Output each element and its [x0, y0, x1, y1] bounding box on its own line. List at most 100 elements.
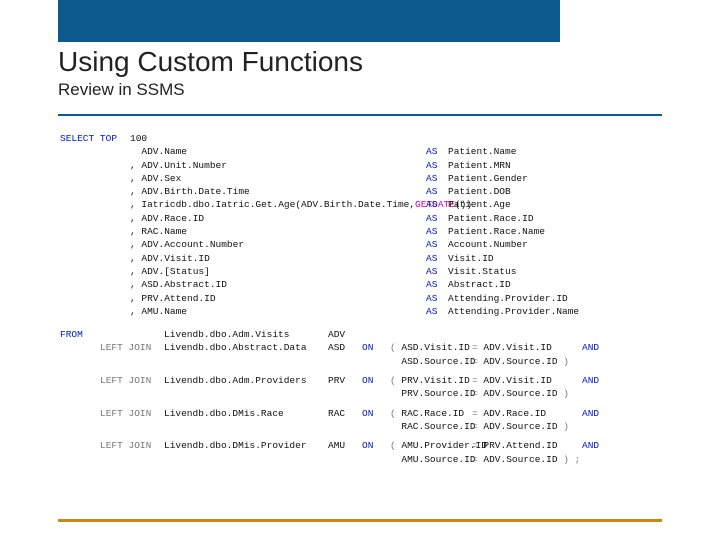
sql-alias: RAC — [328, 407, 362, 420]
kw-as: AS — [426, 198, 448, 211]
sql-column-row: , AMU.NameASAttending.Provider.Name — [60, 305, 680, 318]
sql-join-row: LEFT JOINLivendb.dbo.Abstract.DataASDON(… — [60, 341, 680, 354]
sql-cond-l: ( RAC.Race.ID — [390, 407, 472, 420]
sql-col-expr: , ADV.Birth.Date.Time — [130, 185, 426, 198]
sql-select-line: SELECT TOP 100 — [60, 132, 680, 145]
sql-col-alias: Attending.Provider.ID — [448, 292, 568, 305]
sql-col-expr: , ADV.Account.Number — [130, 238, 426, 251]
divider-top — [58, 114, 662, 116]
sql-cond-l: ( AMU.Provider.ID — [390, 439, 472, 452]
sql-col-expr: , ADV.Race.ID — [130, 212, 426, 225]
kw-from: FROM — [60, 328, 100, 341]
sql-col-alias: Attending.Provider.Name — [448, 305, 579, 318]
kw-left-join: LEFT JOIN — [100, 407, 164, 420]
sql-alias: ASD — [328, 341, 362, 354]
kw-as: AS — [426, 225, 448, 238]
slide-title: Using Custom Functions — [58, 46, 662, 78]
sql-col-alias: Abstract.ID — [448, 278, 511, 291]
sql-code: SELECT TOP 100 ADV.NameASPatient.Name, A… — [60, 132, 680, 472]
kw-as: AS — [426, 238, 448, 251]
sql-col-alias: Patient.Age — [448, 198, 511, 211]
header-bar — [58, 0, 560, 42]
slide-subtitle: Review in SSMS — [58, 80, 662, 100]
sql-cond-r: = ADV.Source.ID ) — [472, 355, 582, 368]
title-block: Using Custom Functions Review in SSMS — [58, 46, 662, 106]
sql-column-row: , ADV.Birth.Date.TimeASPatient.DOB — [60, 185, 680, 198]
kw-as: AS — [426, 145, 448, 158]
kw-as: AS — [426, 159, 448, 172]
sql-col-expr: , Iatricdb.dbo.Iatric.Get.Age(ADV.Birth.… — [130, 198, 426, 211]
sql-cond-r: = ADV.Visit.ID — [472, 374, 582, 387]
sql-col-alias: Patient.MRN — [448, 159, 511, 172]
kw-and: AND — [582, 407, 599, 420]
sql-col-expr: , ADV.[Status] — [130, 265, 426, 278]
sql-column-row: , Iatricdb.dbo.Iatric.Get.Age(ADV.Birth.… — [60, 198, 680, 211]
sql-alias: PRV — [328, 374, 362, 387]
sql-cond-l: PRV.Source.ID — [390, 387, 472, 400]
kw-left-join: LEFT JOIN — [100, 341, 164, 354]
sql-col-alias: Account.Number — [448, 238, 528, 251]
kw-as: AS — [426, 172, 448, 185]
sql-cond-r: = ADV.Race.ID — [472, 407, 582, 420]
kw-as: AS — [426, 212, 448, 225]
sql-table: Livendb.dbo.Adm.Providers — [164, 374, 328, 387]
sql-col-alias: Patient.Gender — [448, 172, 528, 185]
sql-cond-l: RAC.Source.ID — [390, 420, 472, 433]
sql-join-row: LEFT JOINLivendb.dbo.DMis.RaceRACON( RAC… — [60, 407, 680, 420]
sql-col-expr: , AMU.Name — [130, 305, 426, 318]
slide: Using Custom Functions Review in SSMS SE… — [0, 0, 720, 540]
sql-join-row: LEFT JOINLivendb.dbo.DMis.ProviderAMUON(… — [60, 439, 680, 452]
sql-join-cond-row: AMU.Source.ID= ADV.Source.ID ) ; — [60, 453, 680, 466]
sql-table: Livendb.dbo.DMis.Race — [164, 407, 328, 420]
kw-and: AND — [582, 341, 599, 354]
sql-col-alias: Visit.ID — [448, 252, 494, 265]
sql-col-expr: ADV.Name — [130, 145, 426, 158]
sql-col-alias: Patient.Name — [448, 145, 516, 158]
sql-cond-r: = ADV.Source.ID ) — [472, 387, 582, 400]
kw-left-join: LEFT JOIN — [100, 374, 164, 387]
sql-column-row: , ADV.[Status]ASVisit.Status — [60, 265, 680, 278]
sql-column-row: , ADV.Race.IDASPatient.Race.ID — [60, 212, 680, 225]
kw-and: AND — [582, 439, 599, 452]
sql-column-row: , ASD.Abstract.IDASAbstract.ID — [60, 278, 680, 291]
sql-cond-l: ASD.Source.ID — [390, 355, 472, 368]
sql-column-row: , RAC.NameASPatient.Race.Name — [60, 225, 680, 238]
sql-col-alias: Visit.Status — [448, 265, 516, 278]
kw-and: AND — [582, 374, 599, 387]
sql-column-row: , PRV.Attend.IDASAttending.Provider.ID — [60, 292, 680, 305]
kw-as: AS — [426, 278, 448, 291]
sql-join-cond-row: RAC.Source.ID= ADV.Source.ID ) — [60, 420, 680, 433]
sql-cond-l: ( ASD.Visit.ID — [390, 341, 472, 354]
kw-top: TOP — [100, 133, 117, 144]
sql-col-expr: , ADV.Unit.Number — [130, 159, 426, 172]
kw-on: ON — [362, 439, 390, 452]
sql-alias: ADV — [328, 328, 362, 341]
top-n: 100 — [130, 132, 426, 145]
sql-column-row: , ADV.SexASPatient.Gender — [60, 172, 680, 185]
sql-join-row: LEFT JOINLivendb.dbo.Adm.ProvidersPRVON(… — [60, 374, 680, 387]
sql-join-cond-row: ASD.Source.ID= ADV.Source.ID ) — [60, 355, 680, 368]
sql-table: Livendb.dbo.DMis.Provider — [164, 439, 328, 452]
sql-cond-r: = ADV.Source.ID ) — [472, 420, 582, 433]
kw-on: ON — [362, 407, 390, 420]
sql-join-cond-row: PRV.Source.ID= ADV.Source.ID ) — [60, 387, 680, 400]
kw-on: ON — [362, 374, 390, 387]
kw-as: AS — [426, 265, 448, 278]
sql-table: Livendb.dbo.Adm.Visits — [164, 328, 328, 341]
sql-col-expr: , PRV.Attend.ID — [130, 292, 426, 305]
sql-col-alias: Patient.Race.ID — [448, 212, 534, 225]
sql-cond-l: AMU.Source.ID — [390, 453, 472, 466]
sql-from-row: FROM Livendb.dbo.Adm.VisitsADV — [60, 328, 680, 341]
kw-as: AS — [426, 305, 448, 318]
sql-cond-l: ( PRV.Visit.ID — [390, 374, 472, 387]
sql-col-alias: Patient.Race.Name — [448, 225, 545, 238]
sql-col-expr: , ASD.Abstract.ID — [130, 278, 426, 291]
sql-col-expr: , ADV.Visit.ID — [130, 252, 426, 265]
sql-column-row: , ADV.Unit.NumberASPatient.MRN — [60, 159, 680, 172]
divider-bottom — [58, 519, 662, 522]
kw-select: SELECT — [60, 133, 94, 144]
kw-as: AS — [426, 185, 448, 198]
kw-left-join: LEFT JOIN — [100, 439, 164, 452]
sql-cond-r: = ADV.Source.ID ) ; — [472, 453, 582, 466]
kw-as: AS — [426, 252, 448, 265]
